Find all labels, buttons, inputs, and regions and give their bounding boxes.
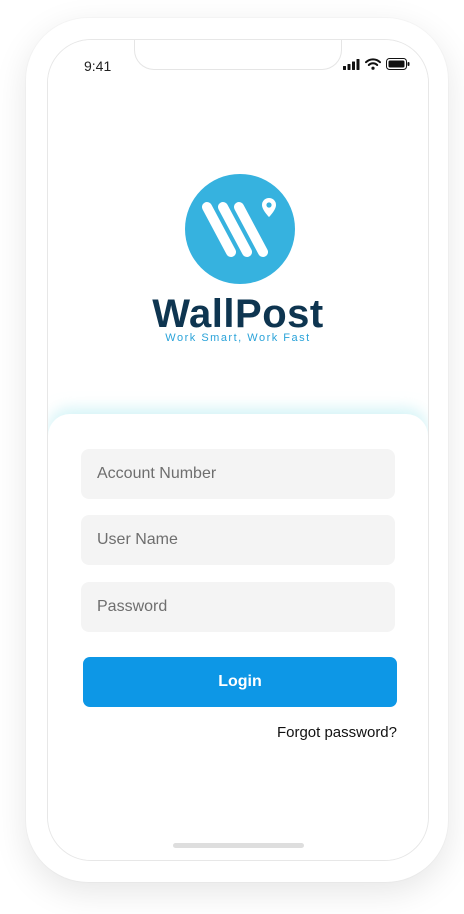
status-time: 9:41: [84, 58, 112, 74]
header-area: 9:41 WallPost Work Smart, Work Fast: [48, 40, 428, 400]
password-input[interactable]: [81, 582, 395, 632]
account-number-input[interactable]: [81, 449, 395, 499]
signal-icon: [343, 58, 360, 70]
brand-tagline: Work Smart, Work Fast: [165, 332, 311, 344]
wallpost-logo-icon: [185, 174, 295, 284]
phone-notch: [134, 40, 342, 70]
battery-icon: [386, 58, 410, 70]
home-indicator: [173, 843, 304, 848]
wifi-icon: [365, 58, 381, 70]
login-form: Login Forgot password?: [48, 414, 428, 860]
brand-name: WallPost: [152, 292, 324, 336]
forgot-password-link[interactable]: Forgot password?: [277, 724, 397, 741]
login-button[interactable]: Login: [83, 657, 397, 707]
status-icons: [343, 58, 410, 70]
user-name-input[interactable]: [81, 515, 395, 565]
phone-screen: 9:41 WallPost Work Smart, Work Fast Acco…: [47, 39, 429, 861]
